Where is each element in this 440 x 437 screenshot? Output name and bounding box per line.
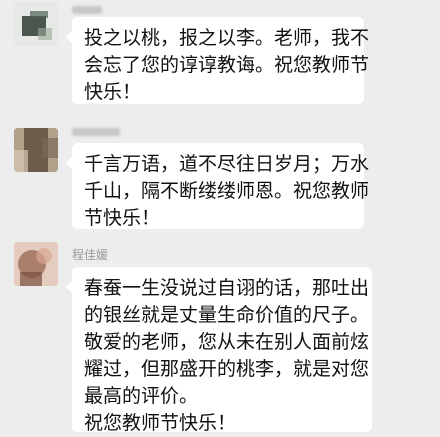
message-line: 的银丝就是丈量生命价值的尺子。 (84, 304, 370, 326)
avatar[interactable] (14, 128, 58, 172)
message-line: 千言万语，道不尽往日岁月；万水 (84, 153, 370, 175)
message-line: 春蚕一生没说过自诩的话，那吐出 (84, 277, 370, 299)
message-bubble[interactable]: 千言万语，道不尽往日岁月；万水 千山，隔不断缕缕师恩。祝您教师 节快乐！ (66, 143, 370, 229)
message-line: 千山，隔不断缕缕师恩。祝您教师 (84, 180, 370, 202)
avatar-image (14, 242, 58, 286)
avatar[interactable] (14, 242, 58, 286)
message-line: 节快乐！ (84, 207, 161, 229)
avatar[interactable] (14, 2, 58, 46)
message-line: 敬爱的老师，您从未在别人面前炫 (84, 331, 370, 353)
message-bubble[interactable]: 春蚕一生没说过自诩的话，那吐出 的银丝就是丈量生命价值的尺子。 敬爱的老师，您从… (66, 267, 372, 434)
message-line: 祝您教师节快乐！ (84, 412, 237, 434)
message-line: 会忘了您的谆谆教诲。祝您教师节 (84, 54, 370, 76)
message-line: 最高的评价。 (84, 385, 199, 407)
avatar-image (14, 2, 58, 46)
avatar-image (14, 128, 58, 172)
message-bubble[interactable]: 投之以桃，报之以李。老师，我不 会忘了您的谆谆教诲。祝您教师节 快乐！ (66, 17, 370, 104)
redacted-name (72, 127, 120, 136)
sender-name (72, 2, 102, 16)
message-line: 投之以桃，报之以李。老师，我不 (84, 27, 370, 49)
message-line: 耀过，但那盛开的桃李，就是对您 (84, 358, 370, 380)
sender-name: 程佳媛 (72, 248, 109, 262)
redacted-name (72, 5, 102, 14)
message-line: 快乐！ (84, 81, 142, 103)
sender-name (72, 124, 120, 138)
